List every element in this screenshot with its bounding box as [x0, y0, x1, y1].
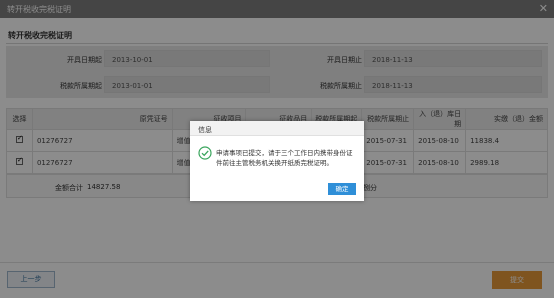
check-circle-icon [198, 146, 212, 162]
dialog-title: 信息 [190, 121, 364, 136]
ok-button[interactable]: 确定 [328, 183, 356, 195]
info-dialog: 信息 申请事项已提交，请于三个工作日内携带身份证件前往主管税务机关换开纸质完税证… [190, 121, 364, 201]
dialog-message: 申请事项已提交，请于三个工作日内携带身份证件前往主管税务机关换开纸质完税证明。 [216, 149, 353, 167]
